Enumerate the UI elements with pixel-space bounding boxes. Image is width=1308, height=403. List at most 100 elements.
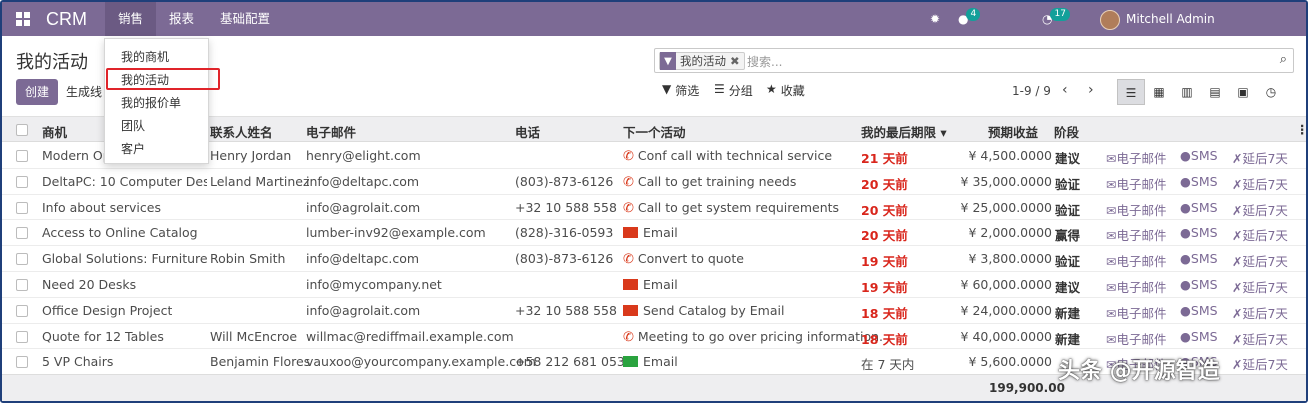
menu-my-activities[interactable]: 我的活动	[121, 71, 169, 88]
apps-menu-icon[interactable]	[16, 12, 30, 26]
list-view-icon[interactable]: ☰	[1117, 79, 1145, 105]
search-input[interactable]: 搜索...	[747, 53, 782, 70]
pager-next-icon[interactable]: ›	[1088, 82, 1094, 98]
cell-next-activity[interactable]: Email	[623, 225, 678, 240]
col-opportunity[interactable]: 商机	[42, 122, 67, 141]
calendar-view-icon[interactable]: ▣	[1229, 79, 1257, 105]
row-sms-action[interactable]: ●SMS	[1180, 251, 1218, 266]
search-icon[interactable]: ⌕	[1280, 52, 1287, 67]
cell-email: info@mycompany.net	[306, 277, 442, 292]
table-row[interactable]: Access to Online Catalog lumber-inv92@exa…	[2, 220, 1306, 247]
row-sms-action[interactable]: ●SMS	[1180, 303, 1218, 318]
row-snooze-action[interactable]: ✗延后7天	[1232, 251, 1288, 270]
cell-next-activity[interactable]: ✆ Convert to quote	[623, 251, 744, 267]
menu-sales[interactable]: 销售	[105, 2, 157, 36]
table-row[interactable]: Need 20 Desks info@mycompany.net Email 19 天…	[2, 272, 1306, 298]
row-sms-action[interactable]: ●SMS	[1180, 148, 1218, 163]
col-revenue[interactable]: 预期收益	[988, 122, 1038, 141]
create-button[interactable]: 创建	[16, 79, 58, 105]
row-email-action[interactable]: ✉电子邮件	[1106, 251, 1167, 270]
menu-customers[interactable]: 客户	[121, 140, 145, 157]
row-sms-action[interactable]: ●SMS	[1180, 329, 1218, 344]
row-email-action[interactable]: ✉电子邮件	[1106, 303, 1167, 322]
search-bar[interactable]: ▼ 我的活动 ✖ 搜索... ⌕	[654, 48, 1294, 73]
col-email[interactable]: 电子邮件	[306, 122, 356, 141]
row-checkbox[interactable]	[16, 330, 28, 343]
cell-next-activity[interactable]: ✆ Call to get training needs	[623, 174, 796, 190]
menu-my-quotations[interactable]: 我的报价单	[121, 94, 181, 111]
cell-next-activity[interactable]: Send Catalog by Email	[623, 303, 784, 318]
col-deadline[interactable]: 我的最后期限 ▾	[861, 122, 947, 141]
row-checkbox[interactable]	[16, 304, 28, 317]
row-checkbox[interactable]	[16, 253, 28, 266]
cell-revenue: ¥ 5,600.0000	[968, 354, 1053, 370]
select-all-checkbox[interactable]	[16, 124, 28, 136]
favorites-button[interactable]: ★ 收藏	[766, 82, 805, 99]
cell-next-activity[interactable]: ✆ Conf call with technical service	[623, 148, 832, 164]
row-email-action[interactable]: ✉电子邮件	[1106, 148, 1167, 167]
row-sms-action[interactable]: ●SMS	[1180, 225, 1218, 240]
col-stage[interactable]: 阶段	[1054, 122, 1079, 141]
optional-columns-icon[interactable]: ⋮	[1296, 122, 1308, 137]
cell-next-activity[interactable]: ✆ Meeting to go over pricing information…	[623, 329, 883, 345]
menu-team[interactable]: 团队	[121, 117, 145, 134]
table-row[interactable]: Office Design Project info@agrolait.com +3…	[2, 298, 1306, 324]
row-snooze-action[interactable]: ✗延后7天	[1232, 225, 1288, 244]
cell-next-activity[interactable]: ✆ Call to get system requirements	[623, 200, 839, 216]
row-snooze-action[interactable]: ✗延后7天	[1232, 148, 1288, 167]
col-phone[interactable]: 电话	[515, 122, 540, 141]
row-snooze-action[interactable]: ✗延后7天	[1232, 354, 1288, 373]
envelope-icon: ✉	[1106, 151, 1117, 166]
pager-prev-icon[interactable]: ‹	[1062, 82, 1068, 98]
row-checkbox[interactable]	[16, 227, 28, 240]
group-button[interactable]: ☰ 分组	[714, 82, 753, 99]
email-icon	[623, 356, 638, 368]
row-snooze-action[interactable]: ✗延后7天	[1232, 174, 1288, 193]
row-checkbox[interactable]	[16, 150, 28, 162]
row-email-action[interactable]: ✉电子邮件	[1106, 277, 1167, 296]
pivot-view-icon[interactable]: ▤	[1201, 79, 1229, 105]
row-snooze-action[interactable]: ✗延后7天	[1232, 303, 1288, 322]
row-sms-action[interactable]: ●SMS	[1180, 277, 1218, 292]
row-sms-action[interactable]: ●SMS	[1180, 200, 1218, 215]
filter-button[interactable]: ▼ 筛选	[662, 82, 699, 99]
sms-icon: ●	[1180, 225, 1191, 241]
row-checkbox[interactable]	[16, 279, 28, 291]
row-snooze-action[interactable]: ✗延后7天	[1232, 277, 1288, 296]
col-contact[interactable]: 联系人姓名	[210, 122, 273, 141]
generate-leads-button[interactable]: 生成线	[66, 79, 102, 105]
row-email-action[interactable]: ✉电子邮件	[1106, 200, 1167, 219]
kanban-view-icon[interactable]: ▦	[1145, 79, 1173, 105]
table-row[interactable]: Quote for 12 Tables Will McEncroe willmac@…	[2, 324, 1306, 350]
row-sms-action[interactable]: ●SMS	[1180, 174, 1218, 189]
activity-clock-icon[interactable]: ◔ 17	[1042, 2, 1072, 36]
row-checkbox[interactable]	[16, 201, 28, 214]
row-checkbox[interactable]	[16, 175, 28, 188]
facet-remove-icon[interactable]: ✖	[730, 54, 744, 68]
app-brand[interactable]: CRM	[46, 9, 87, 30]
table-row[interactable]: Info about services info@agrolait.com +32 …	[2, 195, 1306, 221]
row-snooze-action[interactable]: ✗延后7天	[1232, 329, 1288, 348]
menu-reports[interactable]: 报表	[156, 2, 207, 36]
table-row[interactable]: Global Solutions: Furnitures Robin Smith i…	[2, 246, 1306, 272]
row-checkbox[interactable]	[16, 356, 28, 369]
menu-config[interactable]: 基础配置	[207, 2, 283, 36]
row-email-action[interactable]: ✉电子邮件	[1106, 329, 1167, 348]
envelope-icon: ✉	[1106, 305, 1117, 321]
user-menu[interactable]: Mitchell Admin (O15_Comm01)	[1100, 2, 1308, 60]
cell-next-activity[interactable]: Email	[623, 277, 678, 292]
row-snooze-action[interactable]: ✗延后7天	[1232, 200, 1288, 219]
row-email-action[interactable]: ✉电子邮件	[1106, 174, 1167, 193]
chat-icon[interactable]: ● 4	[958, 2, 982, 36]
activity-view-icon[interactable]: ◷	[1257, 79, 1285, 105]
cell-phone: (803)-873-6126	[515, 173, 614, 189]
table-row[interactable]: DeltaPC: 10 Computer Desks Leland Martine…	[2, 169, 1306, 195]
bug-icon[interactable]: ✹	[930, 2, 940, 36]
envelope-icon: ✉	[1106, 176, 1117, 192]
cell-next-activity[interactable]: Email	[623, 354, 678, 369]
pager-value[interactable]: 1-9 / 9	[1012, 84, 1051, 98]
col-next-activity[interactable]: 下一个活动	[623, 122, 686, 141]
graph-view-icon[interactable]: ▥	[1173, 79, 1201, 105]
row-email-action[interactable]: ✉电子邮件	[1106, 225, 1167, 244]
menu-my-opportunities[interactable]: 我的商机	[121, 48, 169, 65]
